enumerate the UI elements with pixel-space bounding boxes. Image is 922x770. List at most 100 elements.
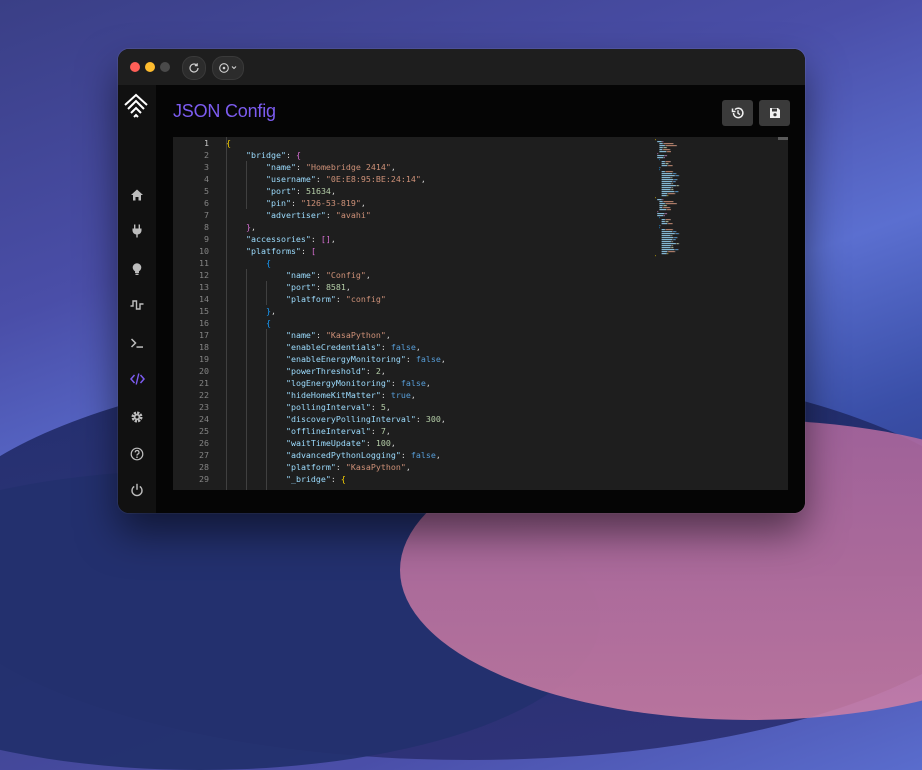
code-line[interactable]: "enableCredentials": false, xyxy=(226,341,646,353)
code-line[interactable]: "pollingInterval": 5, xyxy=(226,401,646,413)
minimap-token xyxy=(659,167,660,169)
line-number: 17 xyxy=(199,330,209,340)
code-line[interactable]: "advancedPythonLogging": false, xyxy=(226,449,646,461)
homebridge-logo[interactable] xyxy=(123,93,149,119)
minimap-token xyxy=(672,239,674,241)
minimap-token xyxy=(664,203,666,205)
minimap-token xyxy=(669,149,671,151)
code-line[interactable]: "bridge": { xyxy=(226,149,646,161)
sidebar-item-status[interactable] xyxy=(128,296,146,314)
minimap-token xyxy=(666,205,668,207)
minimap-token xyxy=(673,179,675,181)
minimap-token xyxy=(655,197,656,199)
code-line[interactable]: "enableEnergyMonitoring": false, xyxy=(226,353,646,365)
settings-dropdown-button[interactable] xyxy=(212,56,244,80)
code-line[interactable]: "advertiser": "avahi" xyxy=(226,209,646,221)
minimap-token xyxy=(670,245,673,247)
minimap-token xyxy=(659,217,660,219)
code-line[interactable]: "platform": "config" xyxy=(226,293,646,305)
minimap-token xyxy=(657,153,659,155)
code-line[interactable]: "port": 51634, xyxy=(226,185,646,197)
line-number: 25 xyxy=(199,426,209,436)
zoom-window-button[interactable] xyxy=(160,62,170,72)
terminal-icon xyxy=(130,338,143,348)
sidebar-item-plugins[interactable] xyxy=(128,222,146,240)
minimap-token xyxy=(670,235,672,237)
code-line[interactable]: "pin": "126-53-819", xyxy=(226,197,646,209)
sidebar-item-terminal[interactable] xyxy=(128,334,146,352)
sidebar-item-power[interactable] xyxy=(128,481,146,499)
code-line[interactable]: "name": "Homebridge 2414", xyxy=(226,161,646,173)
sidebar-item-settings[interactable] xyxy=(128,408,146,426)
code-line[interactable]: { xyxy=(226,137,646,149)
minimap-token xyxy=(668,163,669,165)
code-line[interactable]: { xyxy=(226,257,646,269)
minimap-token xyxy=(672,229,674,231)
sidebar-item-json-config[interactable] xyxy=(128,370,146,388)
code-line[interactable]: "_bridge": { xyxy=(226,473,646,485)
code-line[interactable]: }, xyxy=(226,305,646,317)
minimap-token xyxy=(666,209,668,211)
minimap-token xyxy=(670,187,673,189)
code-line[interactable]: "platforms": [ xyxy=(226,245,646,257)
settings-dropdown-icon xyxy=(219,63,237,73)
minimap-token xyxy=(666,145,677,147)
sidebar-item-home[interactable] xyxy=(128,186,146,204)
code-line[interactable]: "port": 8581, xyxy=(226,281,646,293)
line-number: 11 xyxy=(199,258,209,268)
minimap-token xyxy=(667,209,671,211)
code-line[interactable]: "accessories": [], xyxy=(226,233,646,245)
minimap-token xyxy=(678,243,680,245)
minimap-token xyxy=(672,241,673,243)
sidebar-item-accessories[interactable] xyxy=(128,260,146,278)
home-icon xyxy=(131,189,143,201)
minimap-token xyxy=(678,249,679,251)
minimap-token xyxy=(673,247,674,249)
minimap-token xyxy=(661,223,668,225)
code-line[interactable]: { xyxy=(226,317,646,329)
save-button[interactable] xyxy=(759,100,790,126)
minimap-token xyxy=(667,193,669,195)
scrollbar-thumb[interactable] xyxy=(778,137,788,140)
code-line[interactable]: "powerThreshold": 2, xyxy=(226,365,646,377)
minimap-token xyxy=(659,201,663,203)
code-line[interactable]: "logEnergyMonitoring": false, xyxy=(226,377,646,389)
minimap-token xyxy=(661,141,663,143)
restore-backup-button[interactable] xyxy=(722,100,753,126)
minimap-token xyxy=(661,177,671,179)
minimap-token xyxy=(661,219,665,221)
code-line[interactable]: "name": "Config", xyxy=(226,269,646,281)
code-line[interactable]: "username": "0E:E8:95:BE:24:14", xyxy=(226,173,646,185)
code-line[interactable]: "hideHomeKitMatter": true, xyxy=(226,389,646,401)
minimap-token xyxy=(663,201,674,203)
minimap-token xyxy=(672,183,674,185)
code-line[interactable]: "discoveryPollingInterval": 300, xyxy=(226,413,646,425)
minimap-token xyxy=(661,187,671,189)
minimap[interactable] xyxy=(653,137,783,257)
reload-button[interactable] xyxy=(182,56,206,80)
close-window-button[interactable] xyxy=(130,62,140,72)
code-line[interactable]: "name": "KasaPython", xyxy=(226,329,646,341)
minimap-token xyxy=(677,237,678,239)
minimap-token xyxy=(670,161,671,163)
minimap-token xyxy=(661,233,675,235)
minimap-token xyxy=(659,227,660,229)
minimap-token xyxy=(661,183,671,185)
code-line[interactable]: "offlineInterval": 7, xyxy=(226,425,646,437)
minimap-token xyxy=(672,173,674,175)
sidebar-item-help[interactable] xyxy=(128,445,146,463)
minimap-token xyxy=(657,153,658,155)
minimize-window-button[interactable] xyxy=(145,62,155,72)
code-line[interactable]: "platform": "KasaPython", xyxy=(226,461,646,473)
code-line[interactable]: "waitTimeUpdate": 100, xyxy=(226,437,646,449)
minimap-token xyxy=(672,245,673,247)
minimap-token xyxy=(661,173,673,175)
minimap-token xyxy=(674,249,676,251)
minimap-token xyxy=(661,175,675,177)
json-editor[interactable]: 1 2 3 4 5 6 7 8 9 10 11 12 13 14 15 16 17 18 19 20 21 22 23 24 2… xyxy=(173,137,788,490)
code-line[interactable]: }, xyxy=(226,221,646,233)
line-number: 21 xyxy=(199,378,209,388)
line-number: 26 xyxy=(199,438,209,448)
minimap-token xyxy=(659,205,663,207)
code-area[interactable]: { "bridge": { "name": "Homebridge 2414",… xyxy=(226,137,646,485)
